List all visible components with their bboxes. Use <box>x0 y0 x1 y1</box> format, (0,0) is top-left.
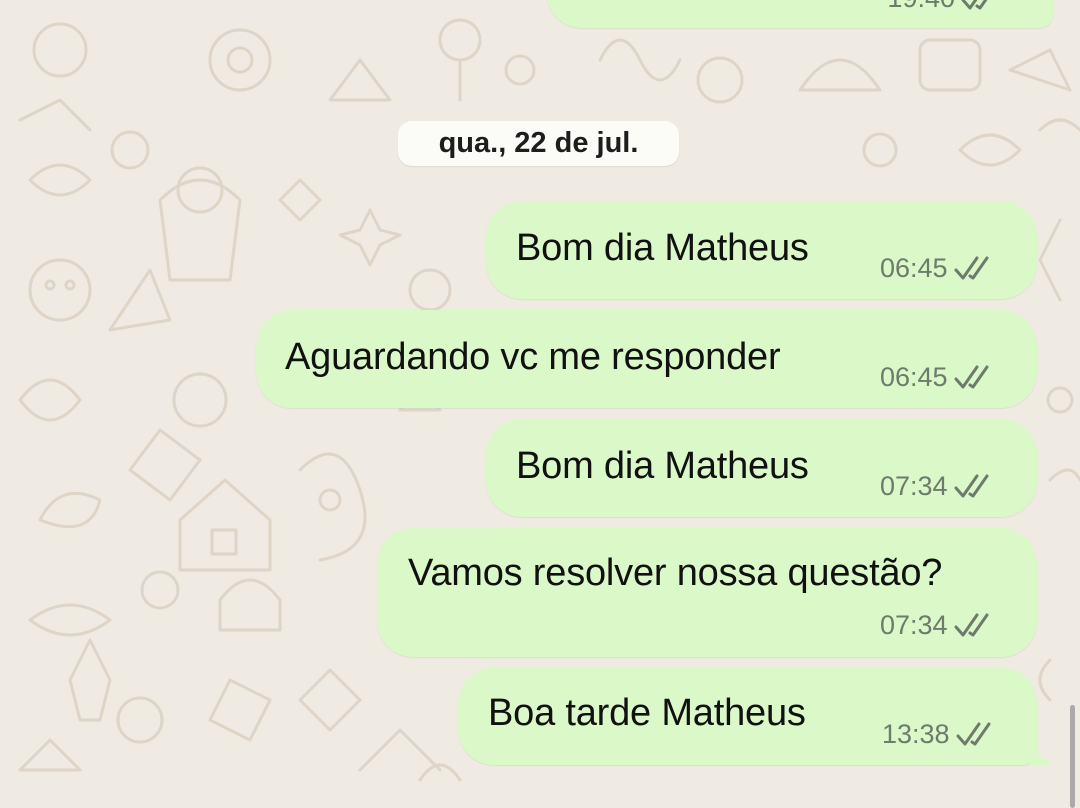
message-time: 07:34 <box>880 471 948 501</box>
message-text: Boa tarde Matheus <box>488 692 806 734</box>
message-bubble[interactable]: Bom dia Matheus 06:45 <box>486 201 1037 299</box>
bubble-tail <box>1030 745 1052 765</box>
double-check-icon <box>954 365 989 388</box>
message-time: 19:40 <box>887 0 955 14</box>
message-bubble[interactable]: Boa tarde Matheus 13:38 <box>458 667 1037 765</box>
double-check-icon <box>954 474 989 497</box>
message-meta: 19:40 <box>887 0 1003 14</box>
message-time: 06:45 <box>880 253 948 283</box>
message-text: Aguardando vc me responder <box>285 336 781 378</box>
message-time: 06:45 <box>880 362 948 392</box>
message-text: Bom dia Matheus <box>516 227 809 269</box>
date-separator: qua., 22 de jul. <box>398 121 679 166</box>
message-meta: 07:34 <box>880 610 996 641</box>
double-check-icon <box>961 0 988 9</box>
message-bubble[interactable]: Vamos resolver nossa questão? 07:34 <box>377 528 1037 657</box>
message-meta: 06:45 <box>880 362 996 393</box>
message-text: Vamos resolver nossa questão? <box>408 552 943 594</box>
message-meta: 06:45 <box>880 253 996 284</box>
message-meta: 07:34 <box>880 471 996 502</box>
message-bubble-previous[interactable]: 19:40 <box>546 0 1053 28</box>
message-meta: 13:38 <box>882 719 998 750</box>
scroll-indicator[interactable] <box>1070 705 1075 808</box>
message-time: 13:38 <box>882 719 950 749</box>
double-check-icon <box>954 613 989 636</box>
double-check-icon <box>956 722 991 745</box>
message-bubble[interactable]: Aguardando vc me responder 06:45 <box>256 310 1037 408</box>
message-time: 07:34 <box>880 610 948 640</box>
message-text: Bom dia Matheus <box>516 445 809 487</box>
message-bubble[interactable]: Bom dia Matheus 07:34 <box>486 419 1037 517</box>
double-check-icon <box>954 256 989 279</box>
